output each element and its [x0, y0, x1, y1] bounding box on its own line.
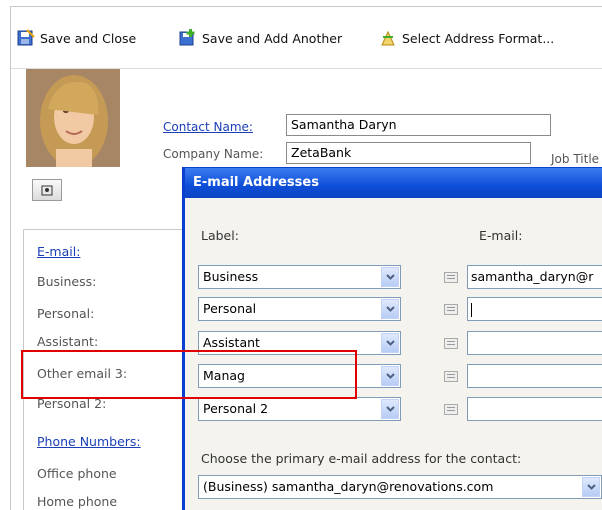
label-select-value: Business — [203, 269, 259, 284]
toolbar: Save and Close Save and Add Another Sele… — [11, 7, 602, 69]
contact-name-label[interactable]: Contact Name: — [163, 120, 253, 134]
text-cursor — [471, 302, 472, 317]
home-phone-label: Home phone — [37, 494, 118, 509]
chevron-down-icon[interactable] — [381, 333, 399, 353]
primary-email-value: (Business) samantha_daryn@renovations.co… — [203, 479, 494, 494]
save-and-close-label: Save and Close — [40, 30, 137, 46]
label-select-business[interactable]: Business — [198, 265, 401, 289]
email-field-personal[interactable] — [467, 297, 602, 321]
email-field-business[interactable]: samantha_daryn@r — [467, 265, 602, 289]
address-book-icon[interactable] — [444, 404, 458, 415]
job-title-label: Job Title — [551, 152, 600, 166]
chevron-down-icon[interactable] — [582, 477, 600, 497]
primary-email-prompt: Choose the primary e-mail address for th… — [201, 451, 522, 466]
email-addresses-dialog: E-mail Addresses Label: E-mail: Business… — [182, 167, 602, 510]
personal-email-label: Personal: — [37, 306, 95, 321]
chevron-down-icon[interactable] — [381, 399, 399, 419]
phone-numbers-link[interactable]: Phone Numbers: — [37, 434, 141, 449]
primary-email-select[interactable]: (Business) samantha_daryn@renovations.co… — [198, 475, 602, 499]
photo-icon — [41, 185, 53, 196]
save-add-icon — [179, 29, 195, 46]
contact-photo — [26, 69, 120, 167]
chevron-down-icon[interactable] — [381, 366, 399, 386]
email-section-link[interactable]: E-mail: — [37, 244, 80, 259]
save-and-add-another-button[interactable]: Save and Add Another — [179, 27, 342, 49]
highlight-annotation — [21, 350, 357, 399]
save-close-icon — [17, 29, 35, 46]
assistant-email-label: Assistant: — [37, 334, 99, 349]
address-book-icon[interactable] — [444, 272, 458, 283]
address-format-icon — [381, 30, 395, 46]
address-book-icon[interactable] — [444, 304, 458, 315]
email-column-header: E-mail: — [479, 228, 523, 243]
dialog-title: E-mail Addresses — [185, 168, 602, 198]
save-and-close-button[interactable]: Save and Close — [17, 27, 136, 49]
label-select-value: Personal — [203, 301, 257, 316]
business-email-label: Business: — [37, 274, 97, 289]
contact-name-field[interactable]: Samantha Daryn — [286, 114, 551, 136]
label-column-header: Label: — [201, 228, 239, 243]
address-book-icon[interactable] — [444, 338, 458, 349]
company-name-label: Company Name: — [163, 147, 264, 161]
label-select-value: Personal 2 — [203, 401, 269, 416]
label-select-value: Assistant — [203, 335, 260, 350]
label-select-personal-2[interactable]: Personal 2 — [198, 397, 401, 421]
email-field-personal-2[interactable] — [467, 397, 602, 421]
label-select-personal[interactable]: Personal — [198, 297, 401, 321]
email-field-manager[interactable] — [467, 364, 602, 388]
contact-window: Save and Close Save and Add Another Sele… — [10, 6, 602, 510]
select-address-format-label: Select Address Format... — [402, 30, 555, 46]
chevron-down-icon[interactable] — [381, 267, 399, 287]
office-phone-label: Office phone — [37, 466, 117, 481]
company-name-field[interactable]: ZetaBank — [286, 142, 531, 164]
save-and-add-label: Save and Add Another — [202, 30, 343, 46]
email-field-assistant[interactable] — [467, 331, 602, 355]
change-photo-button[interactable] — [32, 179, 62, 201]
chevron-down-icon[interactable] — [381, 299, 399, 319]
address-book-icon[interactable] — [444, 371, 458, 382]
select-address-format-button[interactable]: Select Address Format... — [379, 27, 554, 49]
